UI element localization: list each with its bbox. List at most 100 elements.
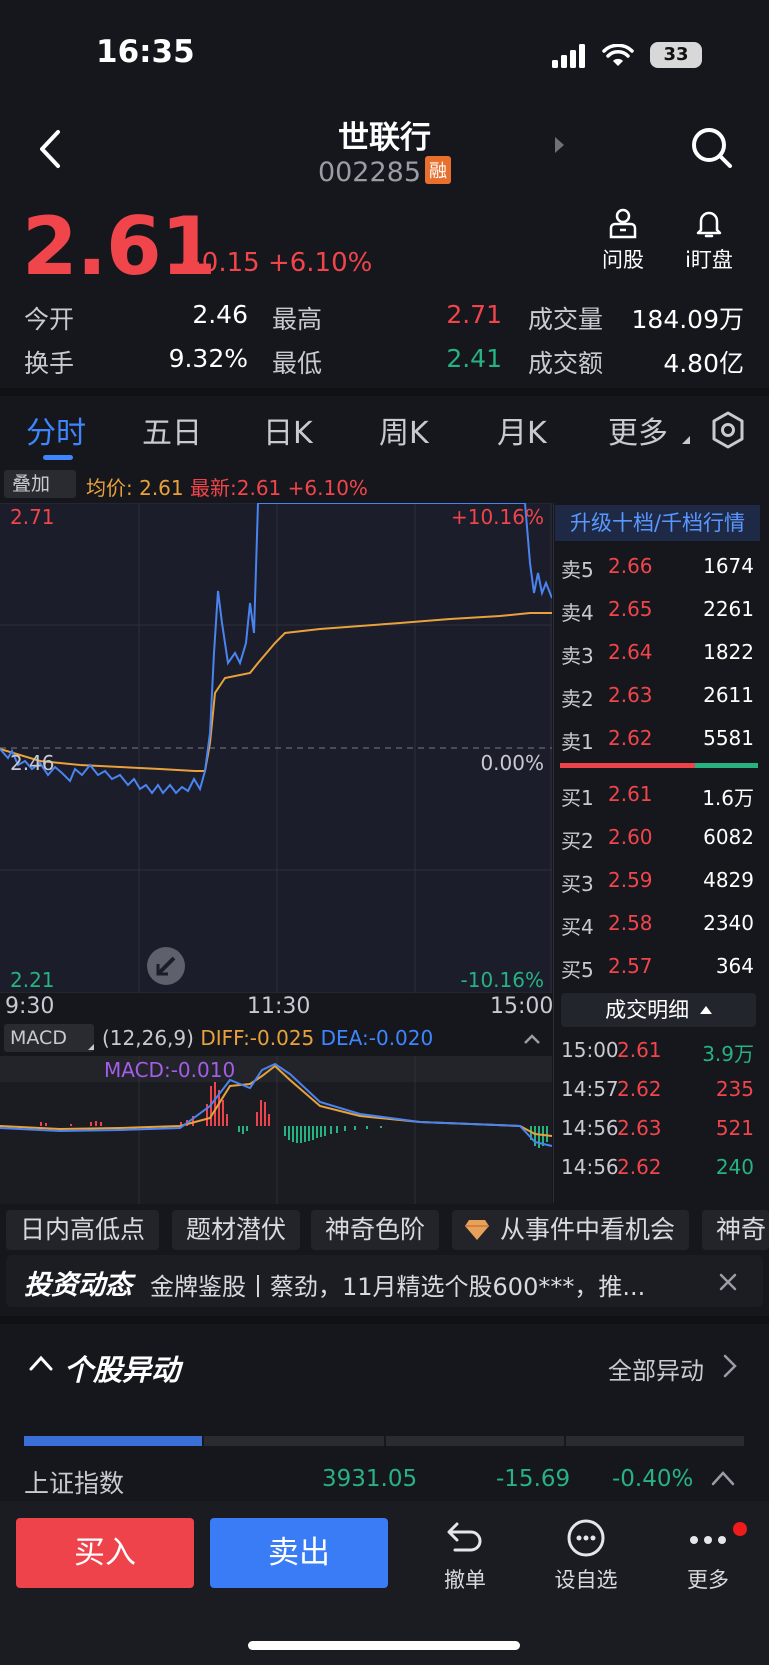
ask-stock-button[interactable]: 问股 [588,206,658,274]
abnormal-timeline-bar [24,1436,744,1446]
buy-button[interactable]: 买入 [16,1518,194,1588]
add-watchlist-button[interactable]: 设自选 [546,1518,626,1594]
trade-volume: 235 [715,1077,754,1101]
ask-row-5[interactable]: 卖5 2.66 1674 [553,554,758,590]
ask-row-4[interactable]: 卖4 2.65 2261 [553,597,758,633]
trade-time: 14:56 [561,1116,619,1140]
expand-index-icon[interactable] [710,1469,736,1487]
bid-price: 2.57 [608,954,653,978]
more-dots-icon [690,1536,726,1544]
active-tab-indicator [43,455,73,460]
ask-volume: 5581 [703,726,754,750]
ask-label: 卖5 [561,558,594,582]
trade-time: 15:00 [561,1038,619,1062]
chip-magic-color[interactable]: 神奇色阶 [311,1210,440,1250]
bid-row-3[interactable]: 买3 2.59 4829 [553,868,758,904]
upgrade-depth-button[interactable]: 升级十档/千档行情 [555,505,760,541]
ask-row-1[interactable]: 卖1 2.62 5581 [553,726,758,762]
price-change-value: +0.15 [180,248,260,278]
macd-value: MACD:-0.010 [104,1058,236,1082]
trade-price: 2.62 [617,1155,662,1179]
bid-row-1[interactable]: 买1 2.61 1.6万 [553,782,758,818]
search-icon[interactable] [688,124,736,172]
settings-icon[interactable] [710,410,746,450]
trade-price: 2.62 [617,1077,662,1101]
battery-indicator: 33 [650,42,702,68]
section-divider [0,1316,769,1324]
macd-params: (12,26,9) [102,1026,194,1050]
tab-more[interactable]: 更多 [608,408,668,452]
signal-icon [552,44,585,68]
indicator-button[interactable]: MACD [4,1024,94,1052]
watch-board-label: i盯盘 [685,248,733,272]
ask-price: 2.63 [608,683,653,707]
news-text[interactable]: 金牌鉴股丨蔡劲，11月精选个股600***，推... [150,1267,670,1302]
ask-stock-label: 问股 [602,248,644,272]
sell-button[interactable]: 卖出 [210,1518,388,1588]
bid-ask-ratio-bar [560,763,758,768]
divider [0,388,769,396]
pct-max-label: +10.16% [450,505,544,529]
index-change: -15.69 [496,1466,571,1492]
overlay-button[interactable]: 叠加 [4,470,76,498]
ask-price: 2.62 [608,726,653,750]
ask-price: 2.65 [608,597,653,621]
bid-label: 买2 [561,829,594,853]
bid-volume: 4829 [703,868,754,892]
bid-row-2[interactable]: 买2 2.60 6082 [553,825,758,861]
time-start: 9:30 [5,994,55,1019]
trade-volume: 240 [715,1155,754,1179]
undo-icon [447,1522,482,1552]
chip-theme-lurk[interactable]: 题材潜伏 [172,1210,301,1250]
trade-volume: 521 [715,1116,754,1140]
chart-legend: 均价: 2.61 最新:2.61 +6.10% [86,472,368,501]
macd-chart[interactable] [0,1056,552,1204]
notification-dot [733,1522,747,1536]
open-label: 今开 [24,305,75,334]
tab-intraday[interactable]: 分时 [26,408,86,452]
home-indicator [248,1641,520,1650]
chip-intraday-high-low[interactable]: 日内高低点 [6,1210,160,1250]
macd-dea: DEA:-0.020 [320,1026,434,1050]
trade-price: 2.61 [617,1038,662,1062]
draw-tool-icon[interactable] [146,946,186,986]
bid-volume: 6082 [703,825,754,849]
amount-label: 成交额 [528,349,604,378]
collapse-indicator-icon[interactable] [522,1032,542,1046]
tab-month-k[interactable]: 月K [497,408,547,452]
chevron-up-icon[interactable] [28,1354,54,1372]
abnormal-title: 个股异动 [64,1353,181,1387]
tab-week-k[interactable]: 周K [379,408,429,452]
chevron-right-icon[interactable] [722,1353,738,1379]
bid-label: 买5 [561,958,594,982]
watch-board-button[interactable]: i盯盘 [674,206,744,274]
intraday-chart[interactable] [0,503,552,993]
ask-row-2[interactable]: 卖2 2.63 2611 [553,683,758,719]
ask-row-3[interactable]: 卖3 2.64 1822 [553,640,758,676]
current-price: 2.61 [22,200,216,293]
bid-row-5[interactable]: 买5 2.57 364 [553,954,758,990]
close-icon[interactable] [716,1270,740,1294]
y-min-label: 2.21 [10,968,55,992]
tab-day-k[interactable]: 日K [263,408,313,452]
all-abnormal-link[interactable]: 全部异动 [608,1351,704,1386]
amount-value: 4.80亿 [663,349,744,378]
diamond-icon [465,1220,489,1240]
wifi-icon [602,44,634,66]
tab-five-day[interactable]: 五日 [142,408,202,452]
volume-value: 184.09万 [631,305,744,334]
bell-icon [696,211,722,238]
trade-detail-toggle[interactable]: 成交明细 [561,993,756,1027]
next-stock-arrow-icon[interactable] [555,137,564,153]
pct-min-label: -10.16% [460,968,544,992]
bid-price: 2.61 [608,782,653,806]
bid-price: 2.60 [608,825,653,849]
high-label: 最高 [272,305,323,334]
cancel-order-button[interactable]: 撤单 [425,1518,505,1594]
index-change-pct: -0.40% [612,1466,694,1492]
bid-label: 买1 [561,786,594,810]
chip-magic[interactable]: 神奇 [702,1210,769,1250]
bid-row-4[interactable]: 买4 2.58 2340 [553,911,758,947]
price-change: +0.15 +6.10% [180,248,372,278]
macd-legend: (12,26,9) DIFF:-0.025 DEA:-0.020 [102,1026,433,1050]
